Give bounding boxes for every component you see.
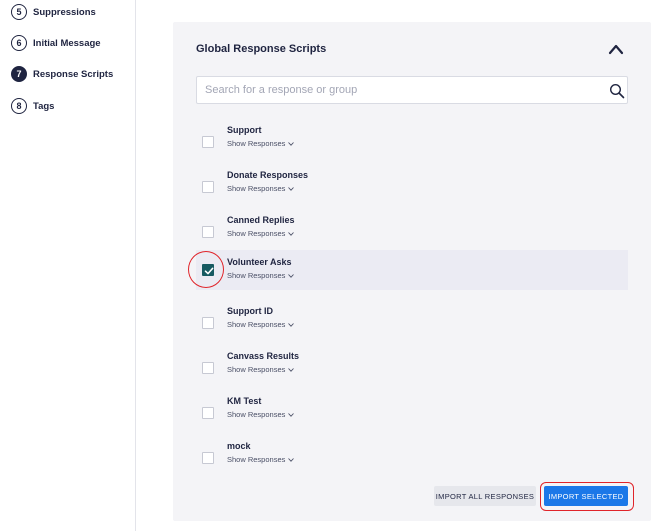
show-responses-toggle[interactable]: Show Responses bbox=[227, 139, 295, 148]
show-responses-label: Show Responses bbox=[227, 229, 286, 238]
group-name: mock bbox=[227, 441, 251, 451]
response-group-row: Canned Replies Show Responses bbox=[196, 212, 628, 252]
group-checkbox[interactable] bbox=[202, 136, 214, 148]
step-number: 8 bbox=[11, 98, 27, 114]
chevron-down-icon bbox=[288, 412, 295, 417]
step-number: 6 bbox=[11, 35, 27, 51]
global-response-scripts-panel: Global Response Scripts Support Show Res… bbox=[173, 22, 651, 521]
response-group-row: Support Show Responses bbox=[196, 122, 628, 162]
step-label: Tags bbox=[33, 100, 55, 112]
import-all-responses-button[interactable]: IMPORT ALL RESPONSES bbox=[434, 486, 536, 506]
show-responses-label: Show Responses bbox=[227, 271, 286, 280]
show-responses-toggle[interactable]: Show Responses bbox=[227, 229, 295, 238]
show-responses-toggle[interactable]: Show Responses bbox=[227, 184, 295, 193]
response-group-row: Donate Responses Show Responses bbox=[196, 167, 628, 207]
search-input[interactable] bbox=[205, 77, 600, 103]
checkmark-icon bbox=[204, 267, 214, 275]
group-name: Support bbox=[227, 125, 262, 135]
group-checkbox[interactable] bbox=[202, 452, 214, 464]
chevron-down-icon bbox=[288, 273, 295, 278]
collapse-button[interactable] bbox=[607, 42, 625, 56]
sidebar-step-response-scripts[interactable]: 7 Response Scripts bbox=[11, 66, 113, 82]
show-responses-toggle[interactable]: Show Responses bbox=[227, 365, 295, 374]
group-name: KM Test bbox=[227, 396, 262, 406]
step-number: 5 bbox=[11, 4, 27, 20]
import-selected-button[interactable]: IMPORT SELECTED bbox=[544, 486, 628, 506]
sidebar-step-tags[interactable]: 8 Tags bbox=[11, 98, 54, 114]
show-responses-label: Show Responses bbox=[227, 365, 286, 374]
chevron-down-icon bbox=[288, 457, 295, 462]
group-checkbox[interactable] bbox=[202, 317, 214, 329]
chevron-up-icon bbox=[608, 44, 624, 55]
show-responses-toggle[interactable]: Show Responses bbox=[227, 320, 295, 329]
search-box bbox=[196, 76, 628, 104]
show-responses-label: Show Responses bbox=[227, 455, 286, 464]
group-checkbox[interactable] bbox=[202, 226, 214, 238]
group-checkbox[interactable] bbox=[202, 362, 214, 374]
group-name: Support ID bbox=[227, 306, 273, 316]
search-icon[interactable] bbox=[609, 83, 625, 99]
show-responses-label: Show Responses bbox=[227, 139, 286, 148]
chevron-down-icon bbox=[288, 141, 295, 146]
group-name: Canned Replies bbox=[227, 215, 295, 225]
show-responses-toggle[interactable]: Show Responses bbox=[227, 410, 295, 419]
chevron-down-icon bbox=[288, 322, 295, 327]
group-name: Canvass Results bbox=[227, 351, 300, 361]
show-responses-toggle[interactable]: Show Responses bbox=[227, 271, 295, 280]
group-name: Donate Responses bbox=[227, 170, 309, 180]
response-group-row: KM Test Show Responses bbox=[196, 393, 628, 433]
show-responses-toggle[interactable]: Show Responses bbox=[227, 455, 295, 464]
sidebar-step-suppressions[interactable]: 5 Suppressions bbox=[11, 4, 96, 20]
show-responses-label: Show Responses bbox=[227, 320, 286, 329]
response-group-row: Canvass Results Show Responses bbox=[196, 348, 628, 388]
group-name: Volunteer Asks bbox=[227, 257, 292, 267]
group-checkbox[interactable] bbox=[202, 181, 214, 193]
group-checkbox-checked[interactable] bbox=[202, 264, 214, 276]
response-group-row: Support ID Show Responses bbox=[196, 303, 628, 343]
step-label: Suppressions bbox=[33, 6, 96, 18]
step-label: Initial Message bbox=[33, 37, 101, 49]
panel-title: Global Response Scripts bbox=[196, 43, 327, 55]
sidebar-step-initial-message[interactable]: 6 Initial Message bbox=[11, 35, 101, 51]
chevron-down-icon bbox=[288, 186, 295, 191]
show-responses-label: Show Responses bbox=[227, 410, 286, 419]
step-number: 7 bbox=[11, 66, 27, 82]
response-group-row-selected: Volunteer Asks Show Responses bbox=[196, 250, 628, 290]
group-checkbox[interactable] bbox=[202, 407, 214, 419]
chevron-down-icon bbox=[288, 367, 295, 372]
step-sidebar: 5 Suppressions 6 Initial Message 7 Respo… bbox=[0, 0, 136, 531]
step-label: Response Scripts bbox=[33, 68, 114, 80]
show-responses-label: Show Responses bbox=[227, 184, 286, 193]
chevron-down-icon bbox=[288, 231, 295, 236]
response-group-row: mock Show Responses bbox=[196, 438, 628, 478]
